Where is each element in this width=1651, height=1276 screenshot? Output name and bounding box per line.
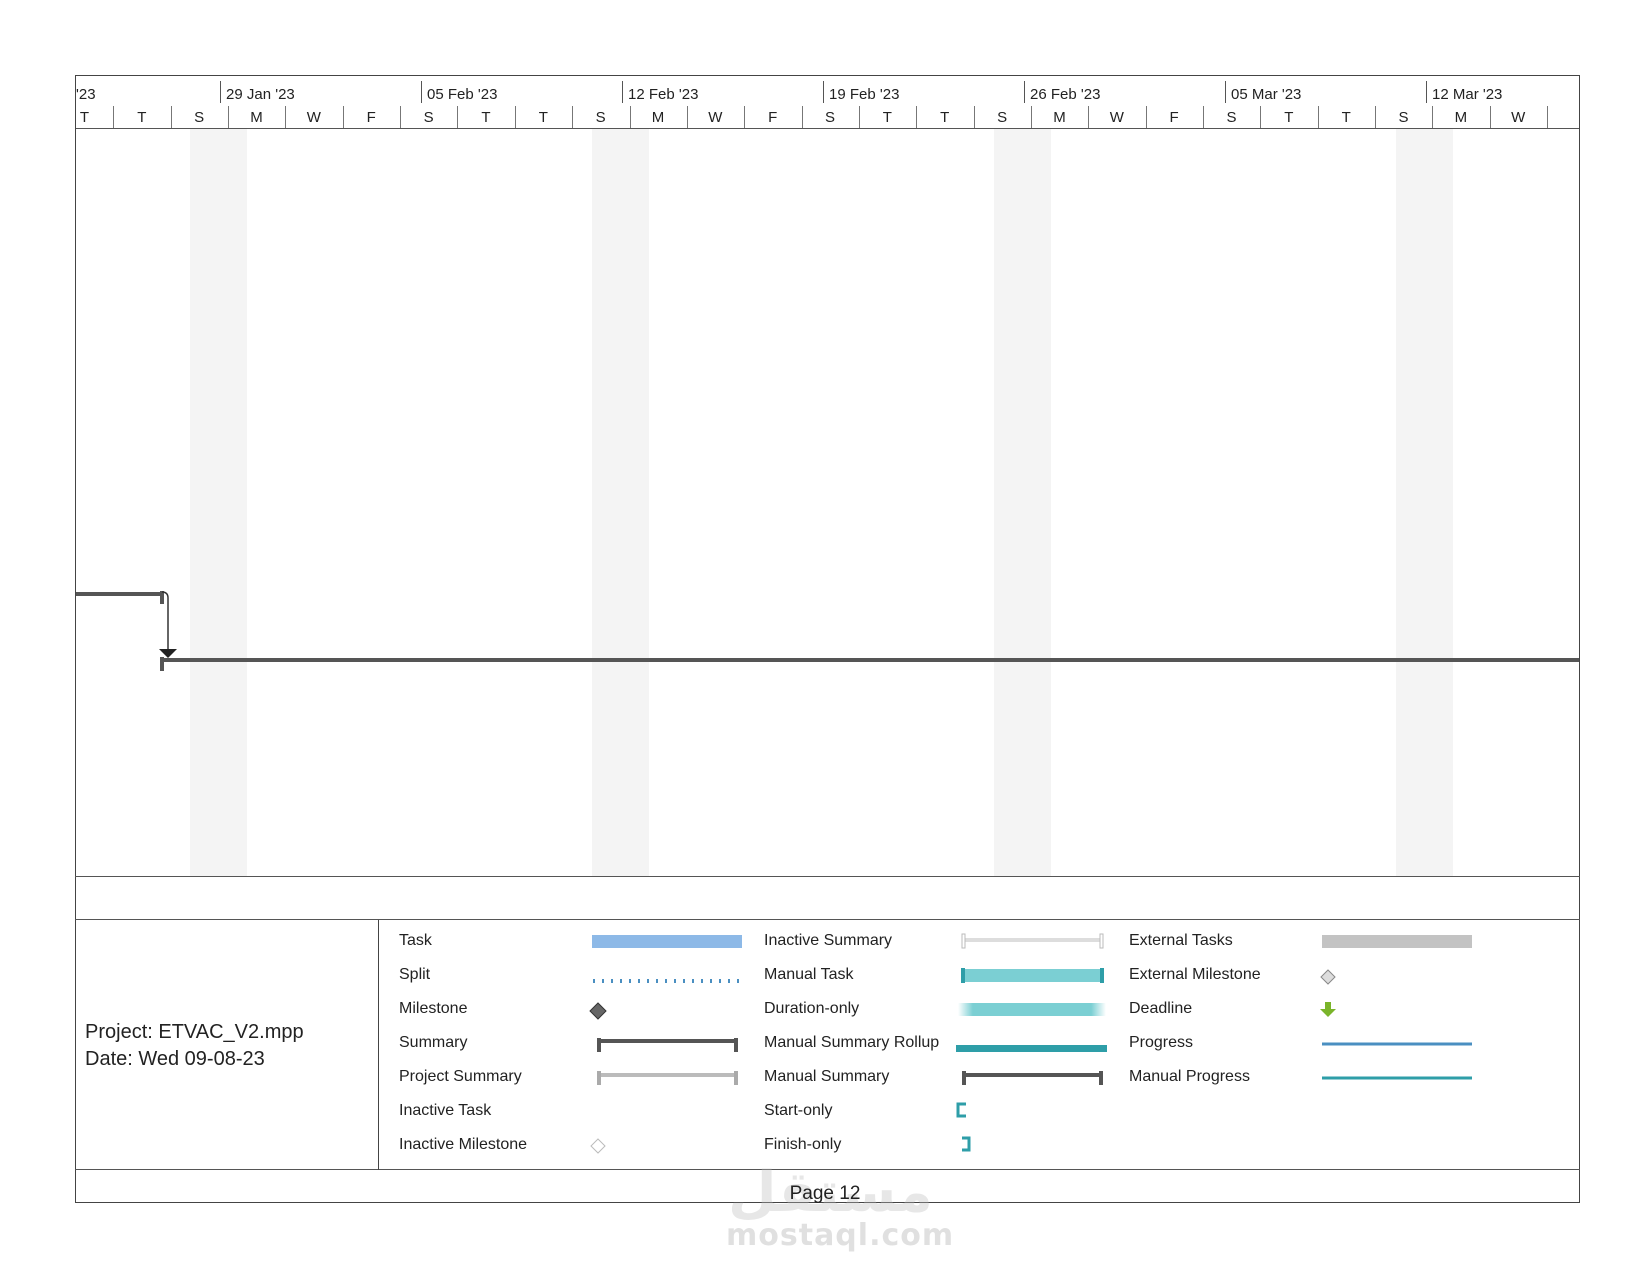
- legend-finish-only-icon: [962, 1136, 971, 1152]
- legend-duration-only-bar: [958, 1003, 1106, 1016]
- legend-external-milestone-icon: [1320, 969, 1336, 985]
- legend-external-tasks-bar: [1322, 935, 1472, 948]
- legend-manual-task-bar: [963, 969, 1102, 982]
- legend-inactive-milestone-icon: [590, 1138, 606, 1154]
- legend-deadline-icon: [1320, 1002, 1336, 1017]
- legend-task-bar: [592, 935, 742, 948]
- watermark-latin: mostaql.com: [726, 1218, 955, 1253]
- legend-milestone-icon: [589, 1002, 607, 1020]
- legend-symbols: [589, 933, 1472, 1154]
- legend-manual-summary-rollup-bar: [956, 1045, 1107, 1052]
- legend-start-only-icon: [956, 1102, 966, 1118]
- page-number: Page 12: [789, 1183, 861, 1204]
